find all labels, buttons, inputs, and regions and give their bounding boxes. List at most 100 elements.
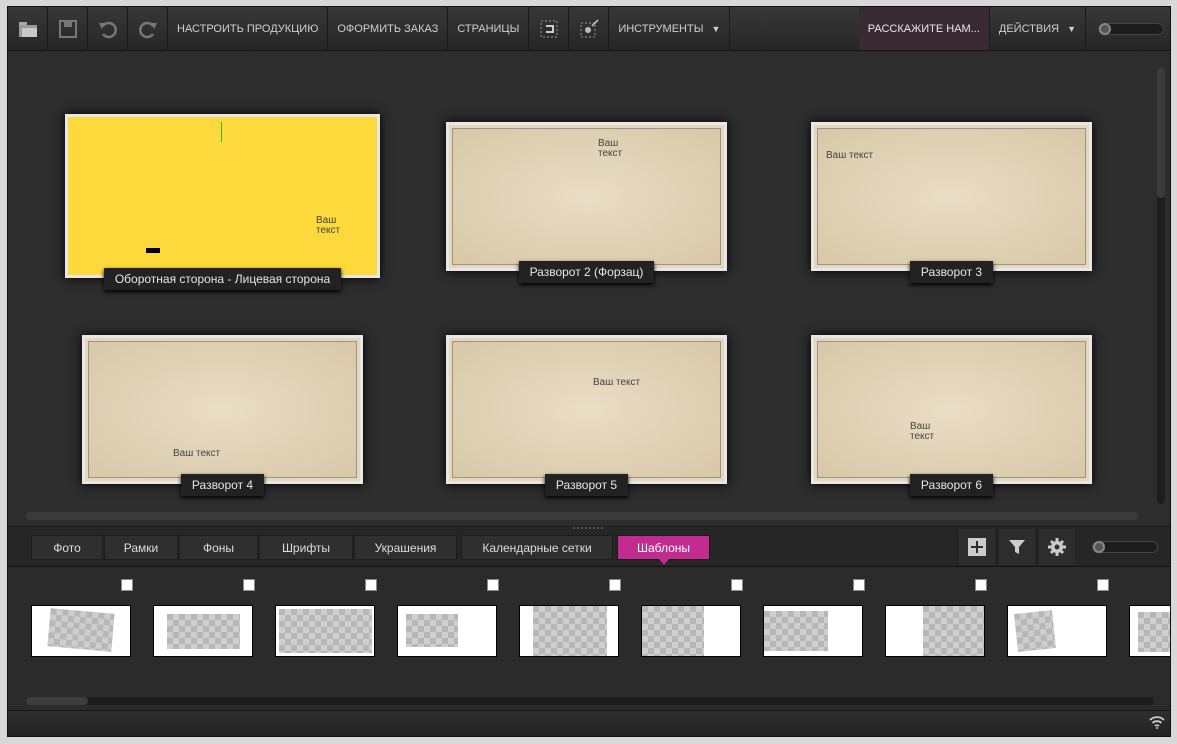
template-checkbox[interactable]: [853, 579, 865, 591]
templates-scrollbar[interactable]: [26, 697, 1154, 705]
template-thumbnail[interactable]: [1007, 605, 1107, 657]
placeholder-text: Ваш текст: [316, 215, 341, 236]
spread-6[interactable]: Ваш текст Разворот 6: [811, 335, 1092, 496]
add-icon[interactable]: [957, 529, 995, 565]
spread-5[interactable]: Ваш текст Разворот 5: [446, 335, 727, 496]
photo-slot: [923, 606, 984, 656]
spread-caption: Разворот 6: [909, 474, 994, 496]
thumb-size-slider[interactable]: [1080, 539, 1164, 555]
canvas-horizontal-scrollbar[interactable]: [26, 512, 1138, 520]
tab-decorations[interactable]: Украшения: [354, 535, 457, 560]
spread-thumbnail[interactable]: Ваш текст: [82, 335, 363, 484]
template-checkbox[interactable]: [609, 579, 621, 591]
spread-thumbnail[interactable]: Ваш текст: [446, 335, 727, 484]
template-thumbnail[interactable]: [397, 605, 497, 657]
template-thumbnail[interactable]: [641, 605, 741, 657]
editor-frame: НАСТРОИТЬ ПРОДУКЦИЮ ОФОРМИТЬ ЗАКАЗ СТРАН…: [7, 6, 1171, 737]
template-checkbox[interactable]: [365, 579, 377, 591]
barcode-marker: [146, 248, 160, 253]
template-thumbnail[interactable]: [519, 605, 619, 657]
placeholder-text: Ваш текст: [826, 150, 874, 161]
template-thumbnail[interactable]: [763, 605, 863, 657]
spread-page: Ваш текст: [817, 341, 1086, 478]
thumb-size-slider-track[interactable]: [1092, 541, 1158, 553]
spread-thumbnail[interactable]: Ваш текст: [811, 122, 1092, 271]
photo-slot: [764, 611, 828, 651]
template-checkbox[interactable]: [731, 579, 743, 591]
redo-icon[interactable]: [128, 7, 168, 50]
tab-fonts[interactable]: Шрифты: [259, 535, 353, 560]
undo-icon[interactable]: [88, 7, 128, 50]
tab-photos[interactable]: Фото: [31, 535, 103, 560]
canvas-vertical-scrollbar[interactable]: [1157, 68, 1165, 504]
tell-us-button[interactable]: РАССКАЖИТЕ НАМ...: [858, 7, 990, 50]
photo-slot: [533, 606, 607, 656]
actions-label: ДЕЙСТВИЯ: [998, 22, 1060, 35]
resources-tab-bar: Фото Рамки Фоны Шрифты Украшения Календа…: [8, 526, 1170, 567]
tools-menu[interactable]: ИНСТРУМЕНТЫ ▼: [609, 7, 731, 50]
zoom-slider-track[interactable]: [1098, 22, 1164, 35]
panel-resize-grip[interactable]: [573, 527, 603, 530]
tab-backgrounds[interactable]: Фоны: [179, 535, 258, 560]
spread-thumbnail[interactable]: Ваш текст: [446, 122, 727, 271]
canvas-vertical-scroll-thumb[interactable]: [1157, 68, 1165, 198]
pages-button[interactable]: СТРАНИЦЫ: [448, 7, 530, 50]
spread-page: Ваш текст: [452, 341, 721, 478]
tools-label: ИНСТРУМЕНТЫ: [618, 22, 704, 35]
spread-caption: Разворот 3: [909, 261, 994, 283]
photo-slot: [167, 614, 240, 649]
place-order-button[interactable]: ОФОРМИТЬ ЗАКАЗ: [328, 7, 449, 50]
template-checkbox[interactable]: [1097, 579, 1109, 591]
photo-slot: [406, 614, 458, 647]
template-thumbnail[interactable]: [153, 605, 253, 657]
photo-slot: [1014, 610, 1056, 652]
templates-tray: [8, 568, 1170, 710]
template-checkbox[interactable]: [487, 579, 499, 591]
spread-caption: Разворот 4: [180, 474, 265, 496]
save-icon[interactable]: [48, 7, 88, 50]
template-thumbnail[interactable]: [1129, 605, 1170, 657]
spread-cover[interactable]: Ваш текст Оборотная сторона - Лицевая ст…: [65, 114, 380, 290]
placeholder-text: Ваш текст: [598, 138, 623, 159]
photo-slot: [47, 608, 115, 652]
actions-menu[interactable]: ДЕЙСТВИЯ ▼: [990, 7, 1086, 50]
template-checkbox[interactable]: [243, 579, 255, 591]
spread-page: Ваш текст: [817, 128, 1086, 265]
photo-slot: [1138, 612, 1170, 652]
thumb-size-slider-knob[interactable]: [1093, 541, 1105, 553]
templates-scroll-thumb[interactable]: [26, 697, 88, 705]
open-folder-icon[interactable]: [8, 7, 48, 50]
spread-4[interactable]: Ваш текст Разворот 4: [82, 335, 363, 496]
template-thumbnail[interactable]: [31, 605, 131, 657]
tab-calendar-grids[interactable]: Календарные сетки: [461, 535, 613, 560]
gear-icon[interactable]: [1037, 529, 1075, 565]
template-checkbox[interactable]: [121, 579, 133, 591]
top-toolbar: НАСТРОИТЬ ПРОДУКЦИЮ ОФОРМИТЬ ЗАКАЗ СТРАН…: [8, 7, 1170, 51]
guide-marker: [221, 122, 222, 142]
customize-product-button[interactable]: НАСТРОИТЬ ПРОДУКЦИЮ: [168, 7, 329, 50]
spread-thumbnail[interactable]: Ваш текст: [811, 335, 1092, 484]
photo-slot: [279, 609, 372, 653]
spread-caption: Разворот 5: [544, 474, 629, 496]
template-checkbox[interactable]: [975, 579, 987, 591]
connection-icon: [1149, 715, 1165, 734]
spread-2[interactable]: Ваш текст Разворот 2 (Форзац): [446, 122, 727, 283]
tab-templates[interactable]: Шаблоны: [617, 535, 710, 565]
fit-image-icon[interactable]: [569, 7, 610, 50]
placeholder-text: Ваш текст: [910, 421, 935, 442]
template-thumbnail[interactable]: [885, 605, 985, 657]
filter-icon[interactable]: [997, 529, 1035, 565]
insert-page-icon[interactable]: [529, 7, 570, 50]
tab-frames[interactable]: Рамки: [104, 535, 178, 560]
app-window: НАСТРОИТЬ ПРОДУКЦИЮ ОФОРМИТЬ ЗАКАЗ СТРАН…: [0, 0, 1177, 744]
zoom-slider-knob[interactable]: [1099, 22, 1111, 35]
template-thumbnail[interactable]: [275, 605, 375, 657]
status-bar: [8, 710, 1170, 736]
spread-page: Ваш текст: [452, 128, 721, 265]
spread-thumbnail[interactable]: Ваш текст: [65, 114, 380, 278]
placeholder-text: Ваш текст: [173, 448, 221, 459]
spread-3[interactable]: Ваш текст Разворот 3: [811, 122, 1092, 283]
zoom-slider[interactable]: [1086, 7, 1170, 50]
spread-caption: Оборотная сторона - Лицевая сторона: [103, 268, 342, 290]
